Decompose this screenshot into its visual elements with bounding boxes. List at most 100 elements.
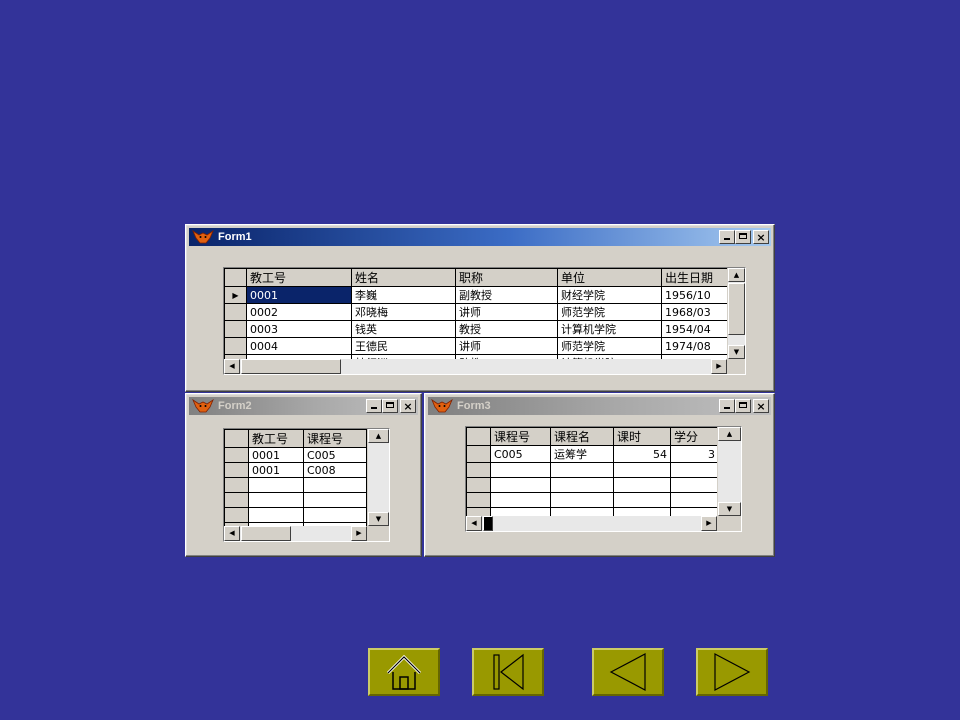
scroll-right-button[interactable]: ▶: [701, 516, 717, 531]
form3-titlebar[interactable]: Form3 ×: [428, 397, 771, 415]
table-cell[interactable]: C005: [303, 447, 367, 463]
form3-grid[interactable]: 课程号 课程名 课时 学分 C005 运筹学 54 3 ▲ ▼ ◀ ▶: [465, 426, 742, 532]
empty-cell[interactable]: [248, 507, 304, 523]
previous-button[interactable]: [592, 648, 664, 696]
table-row[interactable]: 0001 C008: [224, 462, 367, 478]
table-cell[interactable]: 0001: [246, 286, 352, 304]
record-selector[interactable]: [224, 303, 247, 321]
table-row[interactable]: 0003 钱英 教授 计算机学院 1954/04: [224, 320, 732, 338]
table-cell[interactable]: 讲师: [455, 337, 558, 355]
column-header[interactable]: 单位: [557, 268, 662, 287]
empty-cell[interactable]: [670, 477, 719, 493]
close-button[interactable]: ×: [753, 399, 769, 413]
scroll-thumb[interactable]: [728, 283, 745, 335]
record-selector[interactable]: [224, 507, 249, 523]
table-cell[interactable]: 0004: [246, 337, 352, 355]
empty-cell[interactable]: [303, 507, 367, 523]
table-cell[interactable]: 钱英: [351, 320, 456, 338]
scroll-up-button[interactable]: ▲: [728, 268, 745, 282]
column-header[interactable]: 课程号: [303, 429, 367, 448]
empty-row[interactable]: [466, 462, 719, 478]
empty-cell[interactable]: [613, 462, 671, 478]
home-button[interactable]: [368, 648, 440, 696]
column-header[interactable]: 课时: [613, 427, 671, 446]
next-button[interactable]: [696, 648, 768, 696]
empty-cell[interactable]: [670, 462, 719, 478]
column-header[interactable]: 职称: [455, 268, 558, 287]
table-cell[interactable]: 副教授: [455, 286, 558, 304]
table-cell[interactable]: 0002: [246, 303, 352, 321]
scroll-up-button[interactable]: ▲: [368, 429, 389, 443]
record-selector[interactable]: [466, 445, 491, 463]
minimize-button[interactable]: [719, 230, 735, 244]
record-selector[interactable]: [466, 477, 491, 493]
record-selector[interactable]: [466, 462, 491, 478]
column-header[interactable]: 教工号: [248, 429, 304, 448]
table-cell[interactable]: 师范学院: [557, 303, 662, 321]
table-cell[interactable]: C008: [303, 462, 367, 478]
table-cell[interactable]: 54: [613, 445, 671, 463]
empty-cell[interactable]: [248, 477, 304, 493]
table-cell[interactable]: 0003: [246, 320, 352, 338]
empty-cell[interactable]: [550, 462, 614, 478]
table-cell[interactable]: 3: [670, 445, 719, 463]
scroll-left-button[interactable]: ◀: [466, 516, 482, 531]
maximize-button[interactable]: [735, 230, 751, 244]
scroll-right-button[interactable]: ▶: [351, 526, 367, 541]
first-page-button[interactable]: [472, 648, 544, 696]
empty-row[interactable]: [224, 477, 367, 493]
horizontal-scrollbar[interactable]: ◀ ▶: [466, 516, 717, 531]
table-row[interactable]: 0001 C005: [224, 447, 367, 463]
empty-row[interactable]: [466, 477, 719, 493]
maximize-button[interactable]: [735, 399, 751, 413]
empty-cell[interactable]: [490, 477, 551, 493]
empty-cell[interactable]: [490, 462, 551, 478]
scroll-left-button[interactable]: ◀: [224, 526, 240, 541]
table-cell[interactable]: 1954/04: [661, 320, 732, 338]
table-row[interactable]: 0004 王德民 讲师 师范学院 1974/08: [224, 337, 732, 355]
table-cell[interactable]: 邓晓梅: [351, 303, 456, 321]
table-cell[interactable]: 王德民: [351, 337, 456, 355]
horizontal-scrollbar[interactable]: ◀ ▶: [224, 359, 727, 374]
column-header[interactable]: 课程名: [550, 427, 614, 446]
close-button[interactable]: ×: [753, 230, 769, 244]
table-cell[interactable]: 师范学院: [557, 337, 662, 355]
column-header[interactable]: 学分: [670, 427, 719, 446]
table-cell[interactable]: 运筹学: [550, 445, 614, 463]
form1-titlebar[interactable]: Form1 ×: [189, 228, 771, 246]
table-cell[interactable]: C005: [490, 445, 551, 463]
scroll-down-button[interactable]: ▼: [368, 512, 389, 526]
empty-cell[interactable]: [550, 492, 614, 508]
maximize-button[interactable]: [382, 399, 398, 413]
record-selector[interactable]: [224, 477, 249, 493]
empty-cell[interactable]: [613, 492, 671, 508]
empty-cell[interactable]: [670, 492, 719, 508]
record-selector[interactable]: [466, 492, 491, 508]
scroll-thumb[interactable]: [483, 516, 493, 531]
empty-cell[interactable]: [550, 477, 614, 493]
scroll-up-button[interactable]: ▲: [718, 427, 741, 441]
empty-cell[interactable]: [613, 477, 671, 493]
form1-grid[interactable]: 教工号 姓名 职称 单位 出生日期 ▶ 0001 李巍 副教授 财经学院 195…: [223, 267, 746, 375]
record-selector[interactable]: [224, 337, 247, 355]
empty-cell[interactable]: [303, 492, 367, 508]
scroll-thumb[interactable]: [241, 359, 341, 374]
minimize-button[interactable]: [366, 399, 382, 413]
column-header[interactable]: 课程号: [490, 427, 551, 446]
column-header[interactable]: 教工号: [246, 268, 352, 287]
empty-row[interactable]: [466, 492, 719, 508]
table-cell[interactable]: 财经学院: [557, 286, 662, 304]
column-header[interactable]: 姓名: [351, 268, 456, 287]
table-cell[interactable]: 0001: [248, 462, 304, 478]
record-selector[interactable]: [224, 447, 249, 463]
table-row[interactable]: 0002 邓晓梅 讲师 师范学院 1968/03: [224, 303, 732, 321]
empty-row[interactable]: [224, 492, 367, 508]
scroll-down-button[interactable]: ▼: [728, 345, 745, 359]
empty-cell[interactable]: [248, 492, 304, 508]
close-button[interactable]: ×: [400, 399, 416, 413]
empty-row[interactable]: [224, 507, 367, 523]
empty-cell[interactable]: [303, 477, 367, 493]
table-cell[interactable]: 1968/03: [661, 303, 732, 321]
scroll-right-button[interactable]: ▶: [711, 359, 727, 374]
table-cell[interactable]: 李巍: [351, 286, 456, 304]
